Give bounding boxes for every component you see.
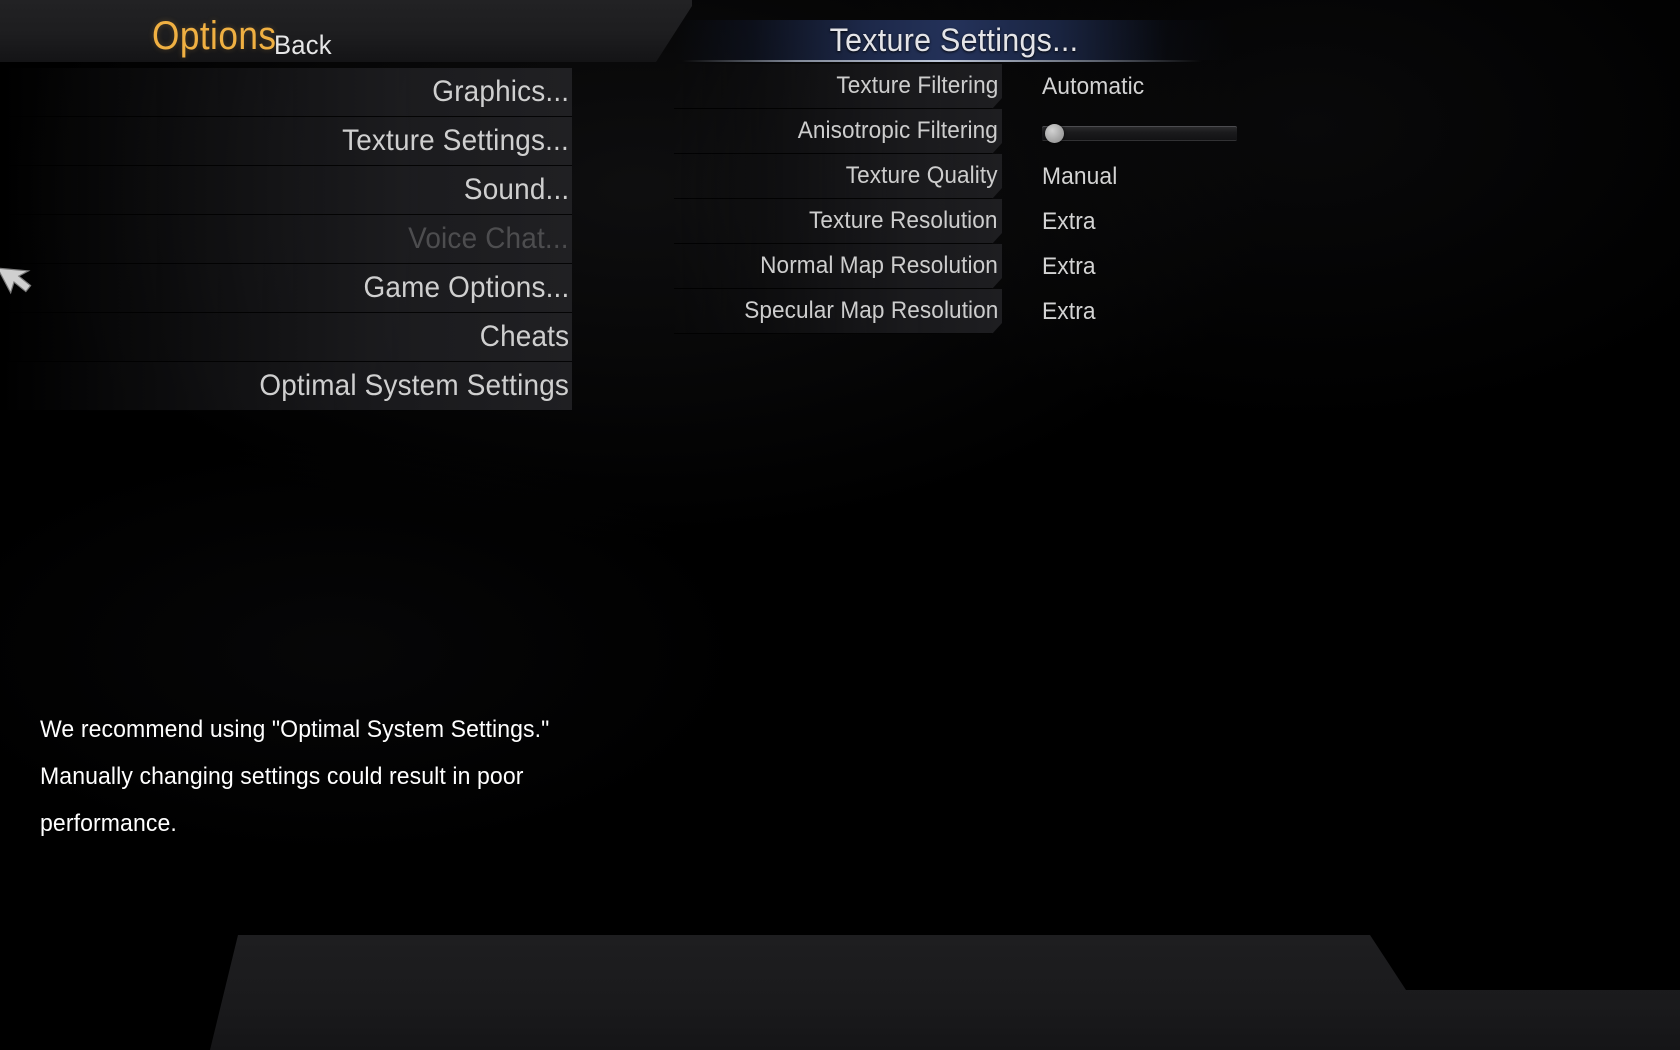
setting-value-cell <box>1002 109 1237 154</box>
setting-value-cell: Extra <box>1002 199 1099 244</box>
setting-label-cell: Specular Map Resolution <box>674 289 1002 334</box>
setting-label-cell: Texture Resolution <box>674 199 1002 244</box>
setting-value-cell: Extra <box>1002 289 1099 334</box>
back-button[interactable]: Back <box>274 30 332 61</box>
recommendation-text: We recommend using "Optimal System Setti… <box>40 716 550 837</box>
setting-label: Texture Filtering <box>835 72 998 99</box>
setting-label: Anisotropic Filtering <box>797 117 998 144</box>
setting-value: Extra <box>1042 252 1096 280</box>
sidebar-item-label: Game Options... <box>363 271 569 304</box>
setting-row-texture-quality[interactable]: Texture Quality Manual <box>674 154 1680 199</box>
sidebar-item-voice-chat: Voice Chat... <box>0 215 572 264</box>
setting-row-specular-map-resolution[interactable]: Specular Map Resolution Extra <box>674 289 1680 334</box>
sidebar-item-sound[interactable]: Sound... <box>0 166 572 215</box>
setting-row-texture-resolution[interactable]: Texture Resolution Extra <box>674 199 1680 244</box>
sidebar-item-optimal-system-settings[interactable]: Optimal System Settings <box>0 362 572 411</box>
footer-bar <box>0 920 1680 1050</box>
panel-title-header: Texture Settings... <box>674 0 1234 62</box>
footer-bar-shape <box>210 935 1680 1050</box>
setting-value-cell: Manual <box>1002 154 1121 199</box>
setting-value-cell: Automatic <box>1002 64 1150 109</box>
setting-label: Normal Map Resolution <box>760 252 998 279</box>
setting-row-normal-map-resolution[interactable]: Normal Map Resolution Extra <box>674 244 1680 289</box>
sidebar-item-label: Graphics... <box>432 75 569 108</box>
setting-value: Extra <box>1042 207 1096 235</box>
options-sidebar: Graphics... Texture Settings... Sound... Vo… <box>0 68 572 411</box>
setting-label-cell: Normal Map Resolution <box>674 244 1002 289</box>
page-title: Options <box>152 14 277 58</box>
setting-value-cell: Extra <box>1002 244 1099 289</box>
panel-title-underline <box>682 60 1202 62</box>
setting-label-cell: Texture Quality <box>674 154 1002 199</box>
sidebar-item-label: Cheats <box>479 320 569 353</box>
setting-label-cell: Anisotropic Filtering <box>674 109 1002 154</box>
setting-value: Extra <box>1042 297 1096 325</box>
slider-track[interactable] <box>1042 125 1237 141</box>
slider-knob[interactable] <box>1045 123 1064 143</box>
header-bar <box>0 0 692 62</box>
panel-title: Texture Settings... <box>829 22 1079 58</box>
setting-row-texture-filtering[interactable]: Texture Filtering Automatic <box>674 64 1680 109</box>
sidebar-item-label: Sound... <box>463 173 569 206</box>
setting-label: Texture Resolution <box>809 207 998 234</box>
sidebar-item-label: Voice Chat... <box>408 222 569 255</box>
setting-label: Texture Quality <box>846 162 998 189</box>
sidebar-item-label: Optimal System Settings <box>259 369 569 402</box>
setting-slider-anisotropic-filtering[interactable] <box>1042 122 1237 143</box>
setting-row-anisotropic-filtering[interactable]: Anisotropic Filtering <box>674 109 1680 154</box>
setting-value: Manual <box>1042 162 1118 190</box>
sidebar-item-texture-settings[interactable]: Texture Settings... <box>0 117 572 166</box>
settings-panel: Texture Settings... Texture Filtering Aut… <box>674 0 1680 334</box>
settings-row-list: Texture Filtering Automatic Anisotropic Fi… <box>674 64 1680 334</box>
sidebar-item-cheats[interactable]: Cheats <box>0 313 572 362</box>
sidebar-item-label: Texture Settings... <box>342 124 569 157</box>
setting-label: Specular Map Resolution <box>743 297 998 324</box>
setting-value: Automatic <box>1042 72 1145 100</box>
sidebar-item-game-options[interactable]: Game Options... <box>0 264 572 313</box>
sidebar-item-graphics[interactable]: Graphics... <box>0 68 572 117</box>
setting-label-cell: Texture Filtering <box>674 64 1002 109</box>
